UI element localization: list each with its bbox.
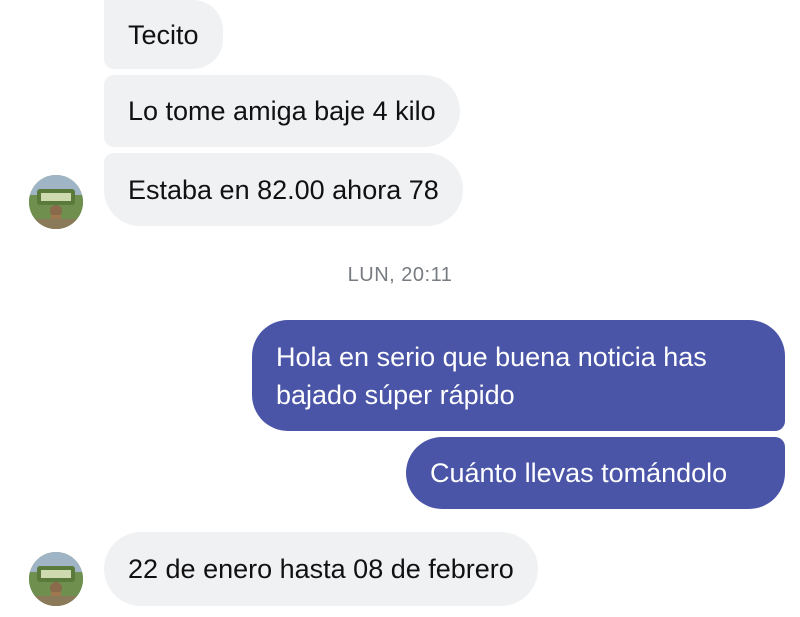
timestamp-divider: LUN, 20:11 — [347, 264, 453, 286]
message-text: 22 de enero hasta 08 de febrero — [128, 554, 514, 584]
message-text: Tecito — [128, 19, 199, 50]
contact-avatar[interactable] — [29, 175, 83, 229]
message-text: Lo tome amiga baje 4 kilo — [128, 96, 436, 126]
message-text: Estaba en 82.00 ahora 78 — [128, 174, 439, 205]
incoming-message-bubble[interactable]: Lo tome amiga baje 4 kilo — [104, 75, 460, 147]
avatar-photo-icon — [29, 552, 83, 606]
incoming-message-bubble[interactable]: Estaba en 82.00 ahora 78 — [104, 153, 463, 226]
incoming-message-bubble[interactable]: Tecito — [104, 0, 223, 69]
outgoing-message-bubble[interactable]: Cuánto llevas tomándolo — [406, 437, 785, 509]
incoming-message-bubble[interactable]: 22 de enero hasta 08 de febrero — [104, 532, 538, 606]
message-text-line: Hola en serio que buena noticia has — [276, 341, 707, 372]
avatar-photo-icon — [29, 175, 83, 229]
message-text-line: bajado súper rápido — [276, 379, 515, 410]
message-text: Cuánto llevas tomándolo — [430, 458, 728, 488]
contact-avatar[interactable] — [29, 552, 83, 606]
conversation-thread: Tecito Lo tome amiga baje 4 kilo Estaba … — [0, 0, 800, 617]
outgoing-message-bubble[interactable]: Hola en serio que buena noticia has baja… — [252, 320, 785, 431]
